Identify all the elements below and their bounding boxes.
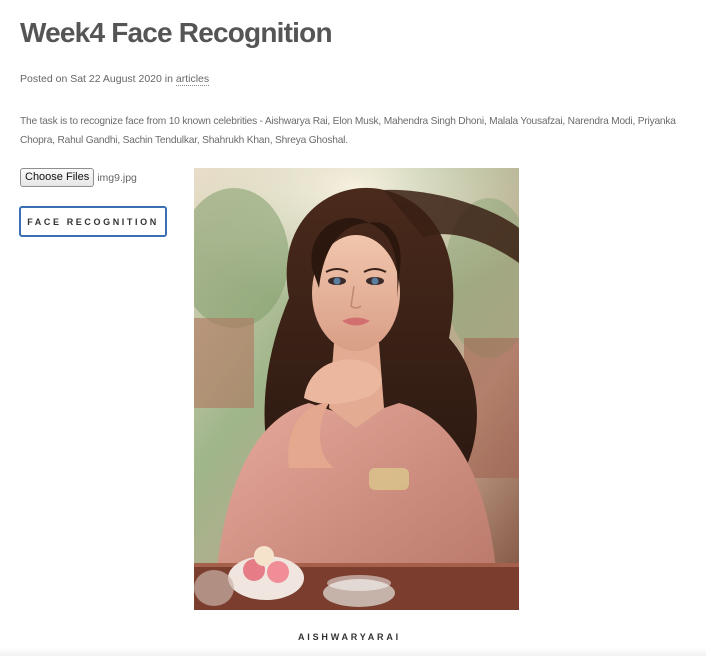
post-date: Posted on Sat 22 August 2020 in [20,73,173,85]
choose-files-button[interactable]: Choose Files [20,168,95,187]
page-title: Week4 Face Recognition [20,17,333,48]
post-meta: Posted on Sat 22 August 2020 in articles [20,73,210,86]
page-bottom-edge [0,648,706,656]
file-input: Choose Files img9.jpg [20,168,137,187]
selected-file-name: img9.jpg [97,171,137,184]
face-recognition-button[interactable]: FACE RECOGNITION [19,206,167,237]
recognition-result: AISHWARYARAI [298,632,401,642]
uploaded-photo [194,168,519,610]
task-description: The task is to recognize face from 10 kn… [20,116,676,146]
category-link[interactable]: articles [175,73,210,86]
